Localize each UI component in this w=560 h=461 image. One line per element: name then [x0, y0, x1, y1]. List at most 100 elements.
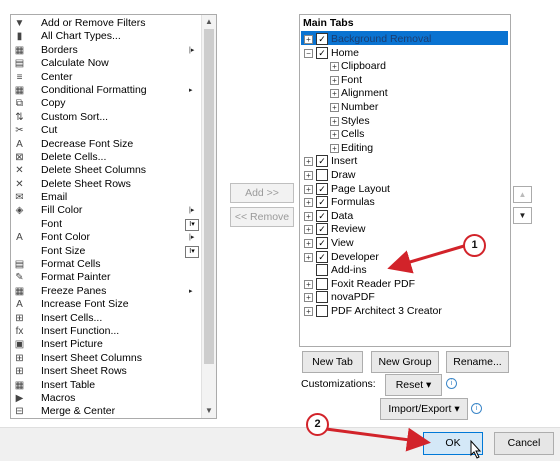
- command-item[interactable]: ≡ Center: [11, 71, 201, 84]
- scroll-up-arrow-icon[interactable]: ▲: [202, 15, 216, 29]
- expand-icon[interactable]: +: [330, 62, 339, 72]
- tab-checkbox[interactable]: ✓: [316, 209, 328, 222]
- move-up-arrow-icon[interactable]: ▲: [513, 186, 532, 203]
- command-item[interactable]: ▦ Freeze Panes ▸: [11, 285, 201, 298]
- command-item[interactable]: ⇅ Custom Sort...: [11, 111, 201, 124]
- scroll-thumb[interactable]: [204, 29, 214, 364]
- tab-item[interactable]: + Foxit Reader PDF: [300, 277, 507, 291]
- expand-icon[interactable]: +: [304, 225, 313, 235]
- command-item[interactable]: Font I▾: [11, 218, 201, 231]
- expand-icon[interactable]: +: [304, 157, 313, 167]
- ok-button[interactable]: OK: [423, 432, 483, 455]
- cancel-button[interactable]: Cancel: [494, 432, 554, 455]
- command-item[interactable]: ◈ Fill Color |▸: [11, 204, 201, 217]
- tab-item[interactable]: Add-ins: [300, 263, 507, 277]
- expand-icon[interactable]: +: [304, 171, 313, 180]
- tab-item[interactable]: + Number: [300, 100, 507, 114]
- tab-checkbox[interactable]: ✓: [316, 155, 328, 168]
- tab-item[interactable]: + ✓ Background Removal: [300, 32, 507, 46]
- command-item[interactable]: ⊞ Insert Sheet Columns: [11, 352, 201, 365]
- command-item[interactable]: A Increase Font Size: [11, 298, 201, 311]
- command-item[interactable]: ▶ Macros: [11, 392, 201, 405]
- rename-button[interactable]: Rename...: [446, 351, 509, 373]
- expand-icon[interactable]: +: [330, 103, 339, 112]
- tab-checkbox[interactable]: [316, 277, 328, 290]
- command-item[interactable]: fx Insert Function...: [11, 325, 201, 338]
- tab-item[interactable]: + Clipboard: [300, 59, 507, 73]
- tab-item[interactable]: + PDF Architect 3 Creator: [300, 304, 507, 318]
- tab-item[interactable]: + ✓ Data: [300, 209, 507, 223]
- expand-icon[interactable]: +: [304, 252, 313, 262]
- tab-checkbox[interactable]: [316, 305, 328, 317]
- command-item[interactable]: ▮ All Chart Types...: [11, 30, 201, 43]
- command-item[interactable]: ⊠ Delete Cells...: [11, 151, 201, 164]
- command-item[interactable]: ⊟ Merge & Center: [11, 405, 201, 418]
- expand-icon[interactable]: +: [304, 239, 313, 248]
- expand-icon[interactable]: +: [304, 198, 313, 208]
- tab-checkbox[interactable]: ✓: [316, 250, 328, 263]
- scroll-down-arrow-icon[interactable]: ▼: [202, 404, 216, 418]
- add-button[interactable]: Add >>: [230, 183, 294, 203]
- tab-item[interactable]: + Cells: [300, 127, 507, 141]
- tab-item[interactable]: + Draw: [300, 168, 507, 182]
- command-item[interactable]: ▣ Insert Picture: [11, 338, 201, 351]
- tab-item[interactable]: + Editing: [300, 141, 507, 155]
- tab-checkbox[interactable]: ✓: [316, 223, 328, 236]
- tab-checkbox[interactable]: ✓: [316, 196, 328, 209]
- new-tab-button[interactable]: New Tab: [302, 351, 363, 373]
- tab-item[interactable]: + novaPDF: [300, 290, 507, 304]
- command-label: Conditional Formatting: [41, 83, 147, 96]
- tab-checkbox[interactable]: ✓: [316, 46, 328, 59]
- commands-list[interactable]: ▼ Add or Remove Filters ▮ All Chart Types..…: [10, 14, 217, 419]
- reset-dropdown[interactable]: Reset ▾: [385, 374, 442, 396]
- expand-icon[interactable]: +: [304, 184, 313, 194]
- expand-icon[interactable]: +: [304, 279, 313, 289]
- tab-checkbox[interactable]: [316, 264, 328, 277]
- command-item[interactable]: ✕ Delete Sheet Rows: [11, 178, 201, 191]
- command-item[interactable]: ▦ Conditional Formatting ▸: [11, 84, 201, 97]
- command-item[interactable]: ✎ Format Painter: [11, 271, 201, 284]
- command-item[interactable]: ▼ Add or Remove Filters: [11, 17, 201, 30]
- tab-checkbox[interactable]: [316, 169, 328, 181]
- command-item[interactable]: ▦ Borders |▸: [11, 44, 201, 57]
- main-tabs-list[interactable]: Main Tabs + ✓ Background Removal − ✓ Home + Cli…: [299, 14, 511, 347]
- tab-item[interactable]: − ✓ Home: [300, 46, 507, 60]
- command-item[interactable]: ⊞ Insert Cells...: [11, 312, 201, 325]
- expand-icon[interactable]: +: [330, 89, 339, 99]
- expand-icon[interactable]: +: [330, 116, 339, 126]
- command-item[interactable]: ✕ Delete Sheet Columns: [11, 164, 201, 177]
- expand-icon[interactable]: +: [304, 307, 313, 316]
- command-item[interactable]: ⊞ Insert Sheet Rows: [11, 365, 201, 378]
- expand-icon[interactable]: +: [304, 35, 313, 44]
- tab-checkbox[interactable]: ✓: [316, 182, 328, 195]
- tab-checkbox[interactable]: [316, 291, 328, 304]
- tab-item[interactable]: + ✓ Insert: [300, 154, 507, 168]
- command-item[interactable]: ✂ Cut: [11, 124, 201, 137]
- remove-button[interactable]: << Remove: [230, 207, 294, 227]
- expand-icon[interactable]: +: [330, 75, 339, 85]
- tab-checkbox[interactable]: ✓: [316, 33, 328, 45]
- command-item[interactable]: A Decrease Font Size: [11, 138, 201, 151]
- expand-icon[interactable]: +: [330, 143, 339, 153]
- expand-icon[interactable]: +: [304, 293, 313, 303]
- import-export-dropdown[interactable]: Import/Export ▾: [380, 398, 468, 420]
- command-item[interactable]: ✉ Email: [11, 191, 201, 204]
- tab-item[interactable]: + ✓ Formulas: [300, 195, 507, 209]
- expand-icon[interactable]: +: [304, 211, 313, 221]
- command-item[interactable]: ▤ Format Cells: [11, 258, 201, 271]
- tab-checkbox[interactable]: ✓: [316, 237, 328, 249]
- command-item[interactable]: ▤ Calculate Now: [11, 57, 201, 70]
- command-item[interactable]: A Font Color |▸: [11, 231, 201, 244]
- tab-item[interactable]: + Alignment: [300, 86, 507, 100]
- tab-item[interactable]: + Styles: [300, 114, 507, 128]
- move-down-arrow-icon[interactable]: ▼: [513, 207, 532, 224]
- command-item[interactable]: ⧉ Copy: [11, 97, 201, 110]
- command-item[interactable]: ▦ Insert Table: [11, 379, 201, 392]
- command-item[interactable]: Font Size I▾: [11, 245, 201, 258]
- tab-item[interactable]: + ✓ Page Layout: [300, 182, 507, 196]
- tab-item[interactable]: + Font: [300, 73, 507, 87]
- expand-icon[interactable]: +: [330, 130, 339, 140]
- new-group-button[interactable]: New Group: [371, 351, 439, 373]
- commands-scrollbar[interactable]: ▲ ▼: [201, 15, 216, 418]
- collapse-icon[interactable]: −: [304, 48, 313, 58]
